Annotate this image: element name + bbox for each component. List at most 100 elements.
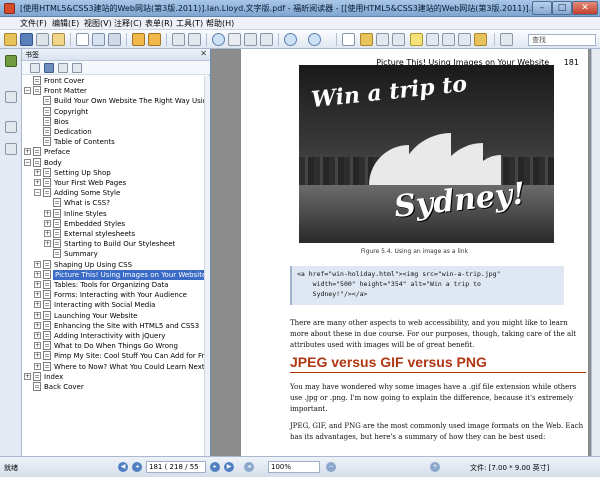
body-paragraph: There are many other aspects to web acce… — [290, 319, 577, 349]
bookmark-page-icon — [43, 290, 51, 300]
menu-form[interactable]: 表单(R) — [145, 18, 173, 29]
bookmark-label: What is CSS? — [64, 199, 110, 208]
fit-page-icon[interactable] — [244, 33, 257, 46]
zoom-select[interactable]: 100% — [268, 461, 320, 473]
expand-icon[interactable]: + — [44, 209, 51, 217]
menu-edit[interactable]: 编辑(E) — [52, 18, 79, 29]
first-page-icon[interactable]: ◀ — [118, 462, 128, 472]
expand-all-icon[interactable] — [30, 63, 40, 73]
zoom-in-icon[interactable]: + — [430, 462, 440, 472]
next-page-icon[interactable]: ▸ — [210, 462, 220, 472]
highlight-icon[interactable] — [360, 33, 373, 46]
save-icon[interactable] — [20, 33, 33, 46]
single-page-icon[interactable] — [172, 33, 185, 46]
zoom-in-icon[interactable] — [308, 33, 321, 46]
expand-icon[interactable]: + — [34, 260, 41, 268]
document-view: Picture This! Using Images on Your Websi… — [211, 49, 591, 456]
forward-arrow-icon[interactable] — [148, 33, 161, 46]
pdf-page: Picture This! Using Images on Your Websi… — [241, 49, 588, 456]
bookmark-page-icon — [43, 137, 51, 147]
search-input[interactable]: 查找 — [528, 34, 596, 46]
search-icon[interactable] — [500, 33, 513, 46]
link-icon[interactable] — [426, 33, 439, 46]
bookmark-label: Embedded Styles — [64, 219, 126, 228]
bookmark-page-icon — [43, 310, 51, 320]
expand-icon[interactable]: + — [34, 270, 41, 278]
toolbar-separator — [126, 33, 127, 46]
toolbar-separator — [206, 33, 207, 46]
delete-bookmark-icon[interactable] — [44, 63, 54, 73]
close-button[interactable]: ✕ — [572, 1, 598, 15]
collapse-icon[interactable]: − — [24, 158, 31, 166]
left-navigation-strip — [0, 49, 22, 456]
menu-tools[interactable]: 工具(T) — [176, 18, 203, 29]
bookmark-label: Interacting with Social Media — [54, 301, 156, 310]
previous-view-icon[interactable]: ◂ — [244, 462, 254, 472]
expand-icon[interactable]: + — [34, 179, 41, 186]
menu-help[interactable]: 帮助(H) — [206, 18, 234, 29]
expand-icon[interactable]: + — [34, 321, 41, 329]
previous-page-icon[interactable]: ◂ — [132, 462, 142, 472]
expand-icon[interactable]: + — [24, 372, 31, 380]
bookmarks-icon[interactable] — [5, 55, 17, 67]
last-page-icon[interactable]: ▶ — [224, 462, 234, 472]
menu-view[interactable]: 视图(V) — [84, 18, 112, 29]
expand-icon[interactable]: + — [34, 311, 41, 319]
expand-icon[interactable]: + — [34, 291, 41, 299]
back-arrow-icon[interactable] — [132, 33, 145, 46]
sydney-opera-house-image[interactable]: Win a trip to Sydney! — [299, 65, 554, 243]
bookmark-label: Picture This! Using Images on Your Websi… — [53, 269, 204, 280]
title-bar: [使用HTML5&CSS3建站的Web网站(第3版.2011)].Ian.Llo… — [0, 0, 600, 17]
bookmark-options-icon[interactable] — [72, 63, 82, 73]
new-bookmark-icon[interactable] — [58, 63, 68, 73]
continuous-page-icon[interactable] — [188, 33, 201, 46]
close-icon[interactable]: ✕ — [200, 49, 207, 58]
typewriter-icon[interactable] — [342, 33, 355, 46]
attachments-icon[interactable] — [5, 143, 17, 155]
expand-icon[interactable]: + — [34, 281, 41, 288]
attach-icon[interactable] — [442, 33, 455, 46]
image-icon[interactable] — [458, 33, 471, 46]
zoom-out-icon[interactable] — [284, 33, 297, 46]
bookmark-label: Enhancing the Site with HTML5 and CSS3 — [54, 321, 200, 330]
bookmark-label: Launching Your Website — [54, 311, 138, 320]
hand-tool-icon[interactable] — [76, 33, 89, 46]
expand-icon[interactable]: + — [34, 332, 41, 339]
zoom-out-icon[interactable]: − — [326, 462, 336, 472]
select-text-icon[interactable] — [92, 33, 105, 46]
expand-icon[interactable]: + — [44, 219, 51, 227]
page-thumbnails-icon[interactable] — [5, 91, 17, 103]
toolbar-separator — [166, 33, 167, 46]
expand-icon[interactable]: + — [44, 240, 51, 248]
stamp-icon[interactable] — [376, 33, 389, 46]
pencil-icon[interactable] — [392, 33, 405, 46]
open-icon[interactable] — [4, 33, 17, 46]
expand-icon[interactable]: + — [34, 301, 41, 309]
collapse-icon[interactable]: − — [24, 87, 31, 95]
expand-icon[interactable]: + — [34, 362, 41, 370]
snapshot-icon[interactable] — [108, 33, 121, 46]
note-icon[interactable] — [410, 33, 423, 46]
comment-icon[interactable] — [474, 33, 487, 46]
expand-icon[interactable]: + — [44, 230, 51, 237]
collapse-icon[interactable]: − — [34, 189, 41, 197]
page-number-input[interactable]: 181 ( 218 / 55 — [146, 461, 206, 473]
code-line: Sydney!"/></a> — [297, 290, 368, 298]
bookmarks-scrollbar[interactable] — [204, 76, 210, 456]
maximize-button[interactable]: □ — [552, 1, 572, 15]
expand-icon[interactable]: + — [34, 352, 41, 360]
expand-icon[interactable]: + — [24, 148, 31, 156]
minimize-button[interactable]: – — [532, 1, 552, 15]
layers-icon[interactable] — [5, 121, 17, 133]
bookmark-label: Body — [44, 158, 62, 167]
fit-width-icon[interactable] — [260, 33, 273, 46]
print-icon[interactable] — [36, 33, 49, 46]
expand-icon[interactable]: + — [34, 342, 41, 350]
zoom-in-icon[interactable] — [212, 33, 225, 46]
document-scrollbar[interactable] — [591, 49, 600, 456]
expand-icon[interactable]: + — [34, 168, 41, 176]
dropdown-icon[interactable] — [228, 33, 241, 46]
menu-file[interactable]: 文件(F) — [20, 18, 47, 29]
menu-comment[interactable]: 注释(C) — [114, 18, 142, 29]
email-icon[interactable] — [52, 33, 65, 46]
